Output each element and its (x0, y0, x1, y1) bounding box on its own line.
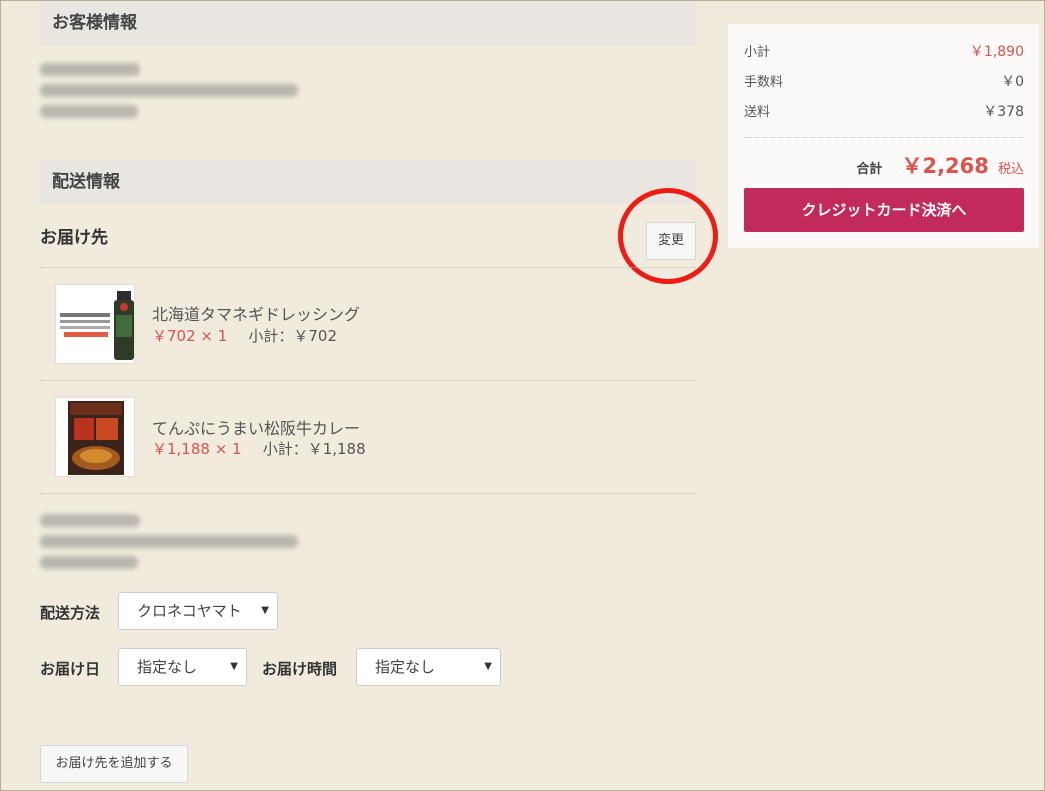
summary-total-label: 合計 (856, 162, 883, 177)
summary-subtotal-value: ￥1,890 (969, 44, 1024, 60)
divider (40, 380, 696, 381)
shipping-method-label: 配送方法 (40, 604, 101, 622)
summary-total-row: 合計 ￥2,268 税込 (856, 150, 1024, 180)
summary-subtotal-label: 小計 (744, 45, 771, 60)
customer-info-title: お客様情報 (52, 13, 137, 33)
product-subtotal: 小計：￥702 (248, 327, 338, 345)
delivery-info-title: 配送情報 (52, 172, 120, 192)
chevron-down-icon: ▼ (484, 661, 492, 672)
product-image-dressing (55, 284, 135, 364)
product-price-row: ￥702 × 1 小計：￥702 (152, 325, 337, 346)
chevron-down-icon: ▼ (261, 605, 269, 616)
customer-info-header: お客様情報 (40, 1, 696, 45)
delivery-time-label: お届け時間 (262, 660, 338, 678)
shipping-method-value: クロネコヤマト (137, 602, 242, 620)
summary-fee-label: 手数料 (744, 75, 784, 90)
summary-shipping-value: ￥378 (983, 104, 1024, 120)
summary-divider (744, 137, 1024, 138)
delivery-time-value: 指定なし (375, 658, 436, 676)
product-name: てんぷにうまい松阪牛カレー (152, 419, 361, 438)
product-price-qty: ￥1,188 × 1 (152, 440, 242, 458)
delivery-address-blurred (40, 514, 298, 569)
product-image-curry (55, 397, 135, 477)
delivery-info-header: 配送情報 (40, 160, 696, 204)
divider (40, 493, 696, 494)
delivery-date-label: お届け日 (40, 660, 101, 678)
delivery-date-select[interactable]: 指定なし ▼ (118, 648, 247, 686)
divider (40, 267, 696, 268)
destination-label: お届け先 (40, 228, 108, 248)
add-destination-button[interactable]: お届け先を追加する (40, 745, 188, 783)
product-price-row: ￥1,188 × 1 小計：￥1,188 (152, 438, 366, 459)
summary-shipping-label: 送料 (744, 105, 771, 120)
shipping-method-select[interactable]: クロネコヤマト ▼ (118, 592, 278, 630)
credit-card-checkout-button[interactable]: クレジットカード決済へ (744, 188, 1024, 232)
summary-total-value: ￥2,268 (901, 154, 989, 178)
customer-address-blurred (40, 63, 298, 118)
summary-fee-value: ￥0 (1001, 74, 1024, 90)
delivery-time-select[interactable]: 指定なし ▼ (356, 648, 501, 686)
highlight-circle (618, 188, 718, 284)
delivery-date-value: 指定なし (137, 658, 198, 676)
product-price-qty: ￥702 × 1 (152, 327, 228, 345)
product-subtotal: 小計：￥1,188 (262, 440, 366, 458)
summary-tax-label: 税込 (997, 162, 1024, 177)
chevron-down-icon: ▼ (230, 661, 238, 672)
product-name: 北海道タマネギドレッシング (152, 305, 361, 324)
